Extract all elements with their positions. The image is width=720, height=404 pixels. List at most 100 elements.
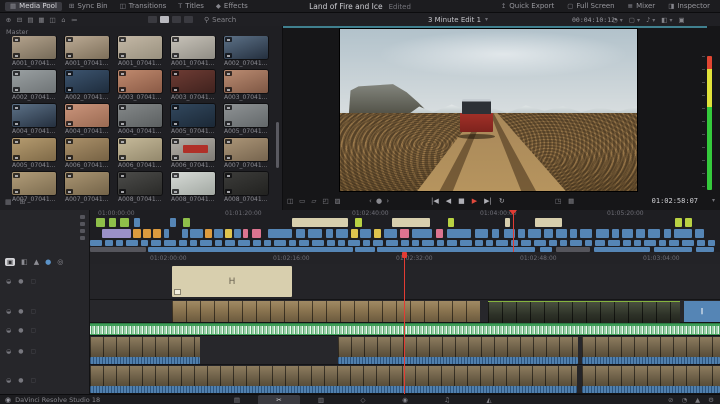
mini-clip[interactable] — [685, 218, 692, 227]
mini-clip[interactable] — [518, 229, 525, 238]
statusbar-icon-3[interactable]: ▲ — [695, 396, 700, 404]
topbar-full-screen-button[interactable]: ▢Full Screen — [562, 2, 619, 11]
mini-clip[interactable] — [412, 229, 432, 238]
page-tab-color[interactable]: ◉ — [384, 395, 426, 404]
mini-clip[interactable] — [447, 229, 471, 238]
camera-tool-icon[interactable]: ▣ — [5, 258, 15, 266]
media-toolbar-icon-2[interactable]: ⊟ — [14, 16, 25, 24]
track-lock-icon[interactable]: ◒ — [6, 348, 11, 355]
mini-clip[interactable] — [164, 240, 176, 246]
track-mute-icon[interactable]: ● — [18, 348, 23, 355]
mini-clip[interactable] — [556, 229, 567, 238]
statusbar-icon-2[interactable]: ◔ — [682, 396, 688, 404]
media-clip[interactable]: A001_07041313_C001 — [12, 36, 56, 68]
transport-tool-icon-1[interactable]: ◫ — [287, 197, 293, 205]
grid-view-icon[interactable]: ▦ — [5, 198, 12, 206]
view-mode-2[interactable] — [160, 16, 169, 23]
mini-clip[interactable] — [338, 240, 345, 246]
track-solo-icon[interactable]: ▢ — [31, 278, 37, 285]
track-a3[interactable] — [90, 365, 720, 394]
media-clip[interactable]: A004_07041544_C012 — [65, 104, 109, 136]
media-clip[interactable]: A001_07041313_C002 — [65, 36, 109, 68]
media-clip[interactable]: A008_07041723_C023 — [118, 172, 162, 204]
audio-video-clip[interactable] — [582, 366, 720, 387]
media-clip[interactable]: A006_07041634_C017 — [65, 138, 109, 170]
mini-clip[interactable] — [486, 240, 493, 246]
transport-tool-icon-3[interactable]: ▱ — [311, 197, 316, 205]
mini-clip[interactable] — [623, 240, 631, 246]
track-solo-icon[interactable]: ▢ — [31, 377, 37, 384]
mini-clip[interactable] — [622, 229, 633, 238]
video-preview[interactable] — [340, 29, 637, 191]
mini-clip[interactable] — [151, 240, 161, 246]
mini-clip[interactable] — [183, 218, 190, 227]
search-control[interactable]: ⚲ Search — [204, 13, 236, 26]
mini-clip[interactable] — [669, 240, 679, 246]
mini-playhead-marker[interactable] — [509, 210, 517, 215]
media-clip[interactable]: A003_07041512_C009 — [171, 70, 215, 102]
media-clip[interactable]: A005_07041613_C015 — [224, 104, 268, 136]
topbar-media-pool-button[interactable]: ▦Media Pool — [5, 2, 62, 11]
mini-clip[interactable] — [475, 240, 483, 246]
view-mode-4[interactable] — [184, 16, 193, 23]
mini-clip[interactable] — [348, 240, 360, 246]
viewer-option-3[interactable]: ♪ ▾ — [646, 16, 655, 24]
mini-clip[interactable] — [570, 229, 577, 238]
add-bin-icon[interactable]: ⊞ — [20, 198, 26, 206]
track-v2[interactable]: H — [90, 264, 720, 300]
topbar-transitions-button[interactable]: ◫Transitions — [115, 2, 172, 11]
mini-playhead[interactable] — [513, 210, 514, 252]
mini-clip[interactable] — [448, 218, 454, 227]
mini-clip[interactable] — [134, 218, 140, 227]
topbar-titles-button[interactable]: TTitles — [173, 2, 209, 11]
mini-clip[interactable] — [374, 229, 381, 238]
media-clip[interactable]: A003_07041536_C010 — [224, 70, 268, 102]
mini-clip[interactable] — [674, 229, 692, 238]
mini-clip[interactable] — [153, 229, 161, 238]
mini-clip[interactable] — [268, 229, 292, 238]
page-tab-media[interactable]: ▤ — [216, 395, 258, 404]
mini-clip[interactable] — [274, 240, 286, 246]
video-clip[interactable]: ‖ — [684, 301, 720, 322]
topbar-quick-export-button[interactable]: ↥Quick Export — [496, 2, 559, 11]
track-mute-icon[interactable]: ● — [18, 278, 23, 285]
mini-clip[interactable] — [697, 240, 705, 246]
mini-clip[interactable] — [292, 218, 348, 227]
camera-icon[interactable]: ▣ — [678, 16, 684, 24]
mini-clip[interactable] — [437, 240, 444, 246]
mini-clip[interactable] — [534, 240, 546, 246]
statusbar-icon-4[interactable]: ⚙ — [708, 396, 714, 404]
transport-menu-icon[interactable]: ▾ — [712, 193, 715, 208]
mini-clip[interactable] — [225, 240, 235, 246]
transport-tool-icon-5[interactable]: ▨ — [334, 197, 340, 205]
mini-clip[interactable] — [141, 240, 148, 246]
mini-clip[interactable] — [612, 229, 619, 238]
track-mute-icon[interactable]: ● — [18, 327, 23, 334]
mini-clip[interactable] — [179, 240, 187, 246]
viewer-option-2[interactable]: ▢ ▾ — [629, 16, 640, 24]
topbar-inspector-button[interactable]: ◨Inspector — [663, 2, 715, 11]
mini-clip[interactable] — [496, 240, 508, 246]
mini-clip[interactable] — [102, 229, 131, 238]
mini-clip[interactable] — [360, 229, 371, 238]
viewer-option-1[interactable]: ◔ ▾ — [612, 16, 623, 24]
viewer-option-4[interactable]: ◧ ▾ — [661, 16, 672, 24]
track-header-v2[interactable]: ◒ ● ▢ — [6, 276, 36, 286]
mini-clip[interactable] — [436, 229, 443, 238]
media-toolbar-icon-3[interactable]: ▤ — [25, 16, 36, 24]
page-tab-cut[interactable]: ✂ — [258, 395, 300, 404]
track-lock-icon[interactable]: ◒ — [6, 278, 11, 285]
track-header-a3[interactable]: ◒●▢ — [6, 375, 36, 385]
mini-clip[interactable] — [492, 229, 499, 238]
mini-clip[interactable] — [521, 240, 531, 246]
media-toolbar-icon-7[interactable]: ≔ — [69, 16, 80, 24]
transition-tool-icon[interactable]: ◧ — [21, 258, 28, 266]
mini-clip[interactable] — [608, 240, 620, 246]
mini-clip[interactable] — [422, 240, 434, 246]
media-clip[interactable]: A002_07041425_C005 — [224, 36, 268, 68]
mini-clip[interactable] — [644, 240, 656, 246]
stop-button[interactable]: ■ — [458, 197, 465, 205]
track-solo-icon[interactable]: ▢ — [31, 327, 37, 334]
mini-clip[interactable] — [225, 229, 232, 238]
mini-clip[interactable] — [386, 240, 398, 246]
